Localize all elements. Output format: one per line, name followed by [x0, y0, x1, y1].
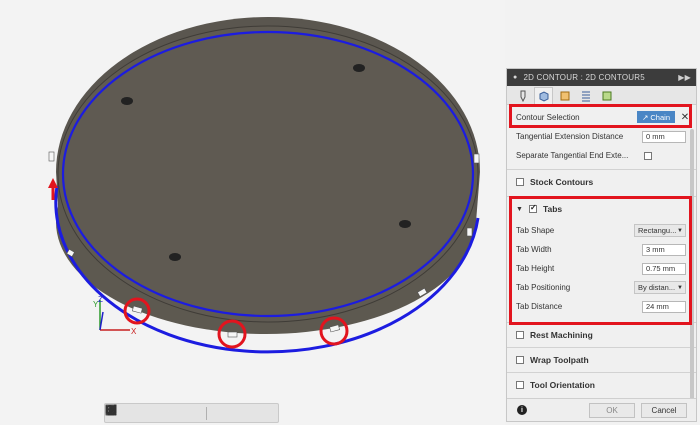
geometry-tab-icon[interactable] — [534, 87, 553, 104]
zoom-icon[interactable] — [106, 405, 182, 421]
chain-label: Chain — [650, 112, 670, 122]
cancel-button[interactable]: Cancel — [641, 402, 687, 418]
panel-title: 2D CONTOUR : 2D CONTOUR5 — [523, 73, 645, 82]
heights-tab-icon[interactable] — [555, 87, 574, 104]
look-at-icon[interactable] — [106, 405, 144, 421]
rest-machining-checkbox[interactable] — [516, 331, 524, 339]
fit-icon[interactable] — [106, 404, 201, 421]
tool-tab-icon[interactable] — [513, 87, 532, 104]
wrap-toolpath-label: Wrap Toolpath — [530, 355, 589, 365]
tabs-section[interactable]: ▼ Tabs — [507, 196, 696, 221]
wrap-toolpath-checkbox[interactable] — [516, 356, 524, 364]
clear-selection-icon[interactable]: ✕ — [679, 112, 691, 123]
tabs-checkbox[interactable] — [528, 203, 537, 213]
tab-shape-value: Rectangu... — [638, 226, 677, 235]
ok-button[interactable]: OK — [589, 402, 635, 418]
tool-orientation-section[interactable]: Tool Orientation — [507, 372, 696, 397]
stock-contours-checkbox[interactable] — [516, 178, 524, 186]
tab-height-row: Tab Height 0.75 mm — [507, 259, 696, 278]
stock-contours-section[interactable]: Stock Contours — [507, 169, 696, 194]
separate-tangential-row: Separate Tangential End Exte... — [507, 146, 696, 165]
z-axis-label: Z — [98, 295, 103, 304]
tab-shape-label: Tab Shape — [516, 226, 555, 235]
tab-width-row: Tab Width 3 mm — [507, 240, 696, 259]
panel-title-bar: ● 2D CONTOUR : 2D CONTOUR5 ▶▶ — [507, 69, 696, 86]
tab-marker — [466, 227, 473, 237]
dropdown-arrow-icon: ▼ — [677, 227, 683, 234]
contour-selection-row: Contour Selection ↗ Chain ✕ — [507, 107, 696, 127]
tab-positioning-dropdown[interactable]: By distan... ▼ — [634, 281, 686, 294]
panel-footer: i OK Cancel — [507, 398, 696, 421]
model-canvas[interactable]: Y Z X — [0, 0, 505, 425]
tab-distance-input[interactable]: 24 mm — [642, 300, 686, 313]
chain-button[interactable]: ↗ Chain — [637, 111, 675, 123]
tab-width-label: Tab Width — [516, 245, 552, 254]
record-icon: ● — [513, 74, 518, 81]
tab-width-input[interactable]: 3 mm — [642, 243, 686, 256]
tab-positioning-value: By distan... — [638, 283, 676, 292]
panel-scrollbar[interactable] — [690, 129, 694, 409]
pan-icon[interactable] — [107, 405, 163, 421]
tool-orientation-checkbox[interactable] — [516, 381, 524, 389]
tab-shape-row: Tab Shape Rectangu... ▼ — [507, 221, 696, 240]
tangential-extension-label: Tangential Extension Distance — [516, 132, 624, 141]
linking-tab-icon[interactable] — [597, 87, 616, 104]
tab-distance-row: Tab Distance 24 mm — [507, 297, 696, 316]
dropdown-arrow-icon: ▼ — [677, 284, 683, 291]
model-viewport[interactable]: Y Z X — [0, 0, 505, 425]
tab-marker — [473, 153, 480, 164]
2d-contour-panel: ● 2D CONTOUR : 2D CONTOUR5 ▶▶ Contour Se… — [506, 68, 697, 422]
tab-distance-label: Tab Distance — [516, 302, 563, 311]
cursor-icon: ↗ — [642, 112, 649, 122]
x-axis-label: X — [131, 327, 137, 336]
panel-tabs — [507, 86, 696, 105]
rest-machining-section[interactable]: Rest Machining — [507, 322, 696, 347]
wrap-toolpath-section[interactable]: Wrap Toolpath — [507, 347, 696, 372]
tangential-extension-input[interactable]: 0 mm — [642, 130, 686, 143]
passes-tab-icon[interactable] — [576, 87, 595, 104]
tab-height-input[interactable]: 0.75 mm — [642, 262, 686, 275]
hole — [121, 97, 133, 105]
tab-shape-dropdown[interactable]: Rectangu... ▼ — [634, 224, 686, 237]
collapse-triangle-icon[interactable]: ▼ — [516, 206, 523, 213]
hole — [353, 64, 365, 72]
tangential-extension-row: Tangential Extension Distance 0 mm — [507, 127, 696, 146]
contour-selection-label: Contour Selection — [516, 112, 580, 122]
separate-tangential-checkbox[interactable] — [644, 151, 652, 160]
double-chevron-right-icon[interactable]: ▶▶ — [678, 73, 691, 82]
tab-positioning-label: Tab Positioning — [516, 283, 571, 292]
tab-marker — [227, 331, 238, 338]
tool-orientation-label: Tool Orientation — [530, 380, 596, 390]
display-settings-icon[interactable] — [105, 405, 229, 421]
tab-marker — [48, 151, 55, 162]
tabs-label: Tabs — [542, 204, 563, 214]
disc-top-face — [57, 25, 479, 323]
separate-tangential-label: Separate Tangential End Exte... — [516, 151, 629, 160]
tab-positioning-row: Tab Positioning By distan... ▼ — [507, 278, 696, 297]
tab-height-label: Tab Height — [516, 264, 555, 273]
hole — [169, 253, 181, 261]
stock-contours-label: Stock Contours — [530, 177, 594, 187]
info-icon[interactable]: i — [517, 405, 527, 415]
toolbar-divider — [206, 406, 207, 420]
hole — [399, 220, 411, 228]
rest-machining-label: Rest Machining — [530, 330, 593, 340]
grid-icon[interactable] — [105, 404, 248, 421]
navigation-toolbar — [104, 403, 279, 423]
